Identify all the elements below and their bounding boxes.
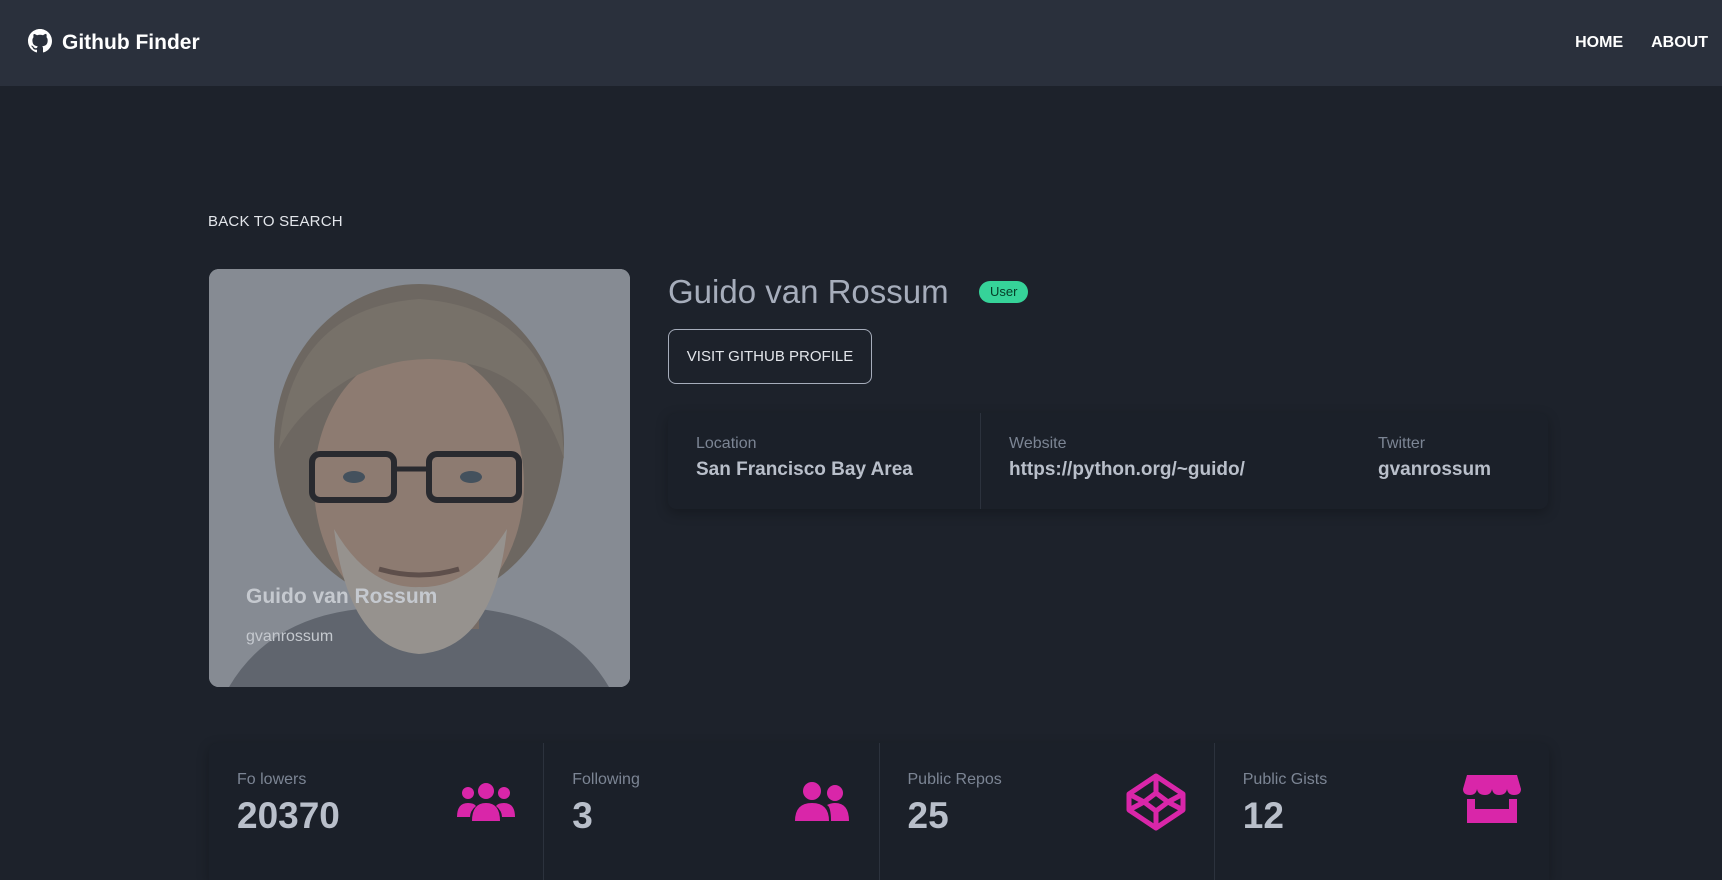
info-website-link[interactable]: https://python.org/~guido/ — [1009, 459, 1322, 481]
store-icon — [1463, 775, 1521, 828]
stat-public-gists: Public Gists 12 — [1213, 743, 1549, 880]
info-label: Twitter — [1378, 435, 1426, 452]
brand[interactable]: Github Finder — [28, 28, 200, 58]
info-label: Website — [1009, 435, 1067, 452]
info-location: Location San Francisco Bay Area — [668, 413, 980, 509]
info-twitter: Twitter gvanrossum — [1350, 413, 1548, 509]
info-twitter-link[interactable]: gvanrossum — [1378, 459, 1520, 481]
avatar-image — [209, 269, 630, 687]
info-value: San Francisco Bay Area — [696, 459, 913, 480]
user-friends-icon — [793, 781, 851, 828]
info-label: Location — [696, 435, 757, 452]
info-panel: Location San Francisco Bay Area Website … — [668, 413, 1548, 509]
brand-title: Github Finder — [62, 31, 200, 54]
user-type-badge: User — [979, 281, 1029, 303]
stat-public-repos: Public Repos 25 — [878, 743, 1214, 880]
back-to-search-button[interactable]: BACK TO SEARCH — [208, 213, 343, 230]
users-icon — [457, 781, 516, 828]
stat-followers: Fo lowers 20370 — [209, 743, 543, 880]
avatar-card: Guido van Rossum gvanrossum — [209, 269, 630, 687]
avatar-overlay-login: gvanrossum — [246, 628, 334, 645]
nav-home-link[interactable]: HOME — [1575, 34, 1623, 52]
github-icon — [28, 28, 52, 58]
info-website: Website https://python.org/~guido/ — [980, 413, 1350, 509]
avatar-overlay-name: Guido van Rossum — [246, 585, 438, 608]
navbar: Github Finder HOME ABOUT — [0, 0, 1722, 86]
nav-links: HOME ABOUT — [1575, 34, 1708, 52]
stats-panel: Fo lowers 20370 Following 3 Public Repos… — [209, 743, 1549, 880]
visit-github-profile-button[interactable]: VISIT GITHUB PROFILE — [668, 329, 872, 384]
codepen-icon — [1126, 773, 1186, 836]
profile-name: Guido van Rossum — [668, 273, 949, 310]
stat-following: Following 3 — [543, 743, 878, 880]
nav-about-link[interactable]: ABOUT — [1651, 34, 1708, 52]
